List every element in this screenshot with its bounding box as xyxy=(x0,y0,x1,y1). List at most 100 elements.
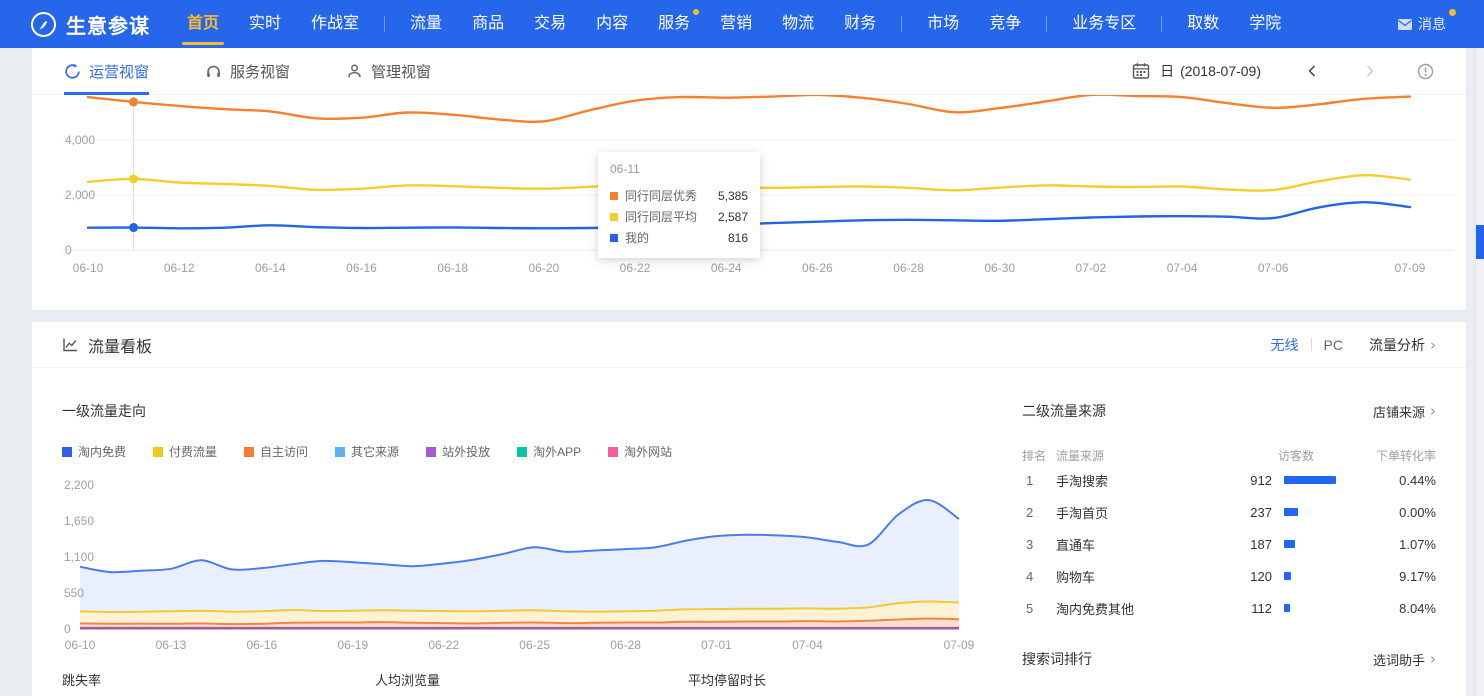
primary-traffic-section: 一级流量走向 淘内免费 付费流量 自主访问 其它来源 站外投放 淘外APP 淘外… xyxy=(32,368,1006,696)
series-color-swatch xyxy=(610,234,618,242)
top-nav: 生意参谋 首页实时作战室流量商品交易内容服务营销物流财务市场竞争业务专区取数学院… xyxy=(0,0,1484,48)
rank-cell: 4 xyxy=(1022,569,1056,584)
kpi-label: 人均浏览量 xyxy=(375,670,688,689)
series-value: 2,587 xyxy=(718,210,748,224)
legend-item[interactable]: 其它来源 xyxy=(335,443,399,460)
legend-item[interactable]: 淘外网站 xyxy=(608,443,672,460)
svg-text:06-25: 06-25 xyxy=(519,638,550,652)
svg-text:06-10: 06-10 xyxy=(65,638,96,652)
prev-date-chevron-icon[interactable] xyxy=(1305,64,1319,78)
next-date-chevron-icon[interactable] xyxy=(1363,64,1377,78)
legend-item[interactable]: 淘外APP xyxy=(517,443,581,460)
messages-button[interactable]: 消息 xyxy=(1397,14,1454,34)
scrollbar-thumb[interactable] xyxy=(1476,225,1484,259)
svg-text:06-28: 06-28 xyxy=(893,261,924,275)
calendar-icon[interactable] xyxy=(1132,62,1150,80)
kpi-pages-per-visit: 人均浏览量 5.01 xyxy=(375,670,688,696)
legend-item[interactable]: 付费流量 xyxy=(153,443,217,460)
info-icon[interactable] xyxy=(1417,63,1434,80)
col-conversion: 下单转化率 xyxy=(1354,447,1436,464)
series-label: 同行同层平均 xyxy=(625,208,708,225)
word-helper-link[interactable]: 选词助手 › xyxy=(1373,650,1436,669)
nav-item-finance[interactable]: 财务 xyxy=(829,0,891,48)
tab-label: 管理视窗 xyxy=(371,61,431,82)
conversion-cell: 9.17% xyxy=(1354,569,1436,584)
nav-item-products[interactable]: 商品 xyxy=(457,0,519,48)
nav-item-content[interactable]: 内容 xyxy=(581,0,643,48)
nav-divider xyxy=(1161,16,1162,32)
legend-label: 其它来源 xyxy=(351,443,399,460)
legend-swatch xyxy=(153,447,163,457)
visitors-bar xyxy=(1272,508,1354,516)
series-color-swatch xyxy=(610,213,618,221)
rank-cell: 3 xyxy=(1022,537,1056,552)
svg-text:06-24: 06-24 xyxy=(711,261,742,275)
tab-management-view[interactable]: 管理视窗 xyxy=(346,48,431,95)
tab-operation-view[interactable]: 运营视窗 xyxy=(64,48,149,95)
svg-text:1,650: 1,650 xyxy=(64,514,94,528)
nav-divider xyxy=(384,16,385,32)
tab-service-view[interactable]: 服务视窗 xyxy=(205,48,290,95)
svg-text:06-30: 06-30 xyxy=(984,261,1015,275)
notification-dot xyxy=(693,9,699,15)
nav-item-transactions[interactable]: 交易 xyxy=(519,0,581,48)
nav-item-war-room[interactable]: 作战室 xyxy=(296,0,374,48)
legend-label: 站外投放 xyxy=(442,443,490,460)
svg-text:0: 0 xyxy=(65,243,72,257)
source-table-row[interactable]: 3 直通车 187 1.07% xyxy=(1022,528,1436,560)
legend-swatch xyxy=(62,447,72,457)
toggle-pc[interactable]: PC xyxy=(1324,337,1343,353)
traffic-analysis-link[interactable]: 流量分析 › xyxy=(1369,335,1436,355)
legend-swatch xyxy=(335,447,345,457)
shop-source-link[interactable]: 店铺来源 › xyxy=(1373,402,1436,421)
nav-item-marketing[interactable]: 营销 xyxy=(705,0,767,48)
col-source: 流量来源 xyxy=(1056,447,1216,464)
traffic-area-chart[interactable]: 05501,1001,6502,20006-1006-1306-1606-190… xyxy=(62,472,1002,662)
nav-item-logistics[interactable]: 物流 xyxy=(767,0,829,48)
legend-item[interactable]: 自主访问 xyxy=(244,443,308,460)
traffic-board-body: 一级流量走向 淘内免费 付费流量 自主访问 其它来源 站外投放 淘外APP 淘外… xyxy=(32,368,1466,696)
source-table-row[interactable]: 5 淘内免费其他 112 8.04% xyxy=(1022,592,1436,624)
legend-item[interactable]: 淘内免费 xyxy=(62,443,126,460)
nav-item-home[interactable]: 首页 xyxy=(172,0,234,48)
board-controls: 无线 PC 流量分析 › xyxy=(1271,335,1436,355)
date-controls: 日 (2018-07-09) xyxy=(1132,61,1434,81)
chart-tooltip: 06-11 同行同层优秀 5,385 同行同层平均 2,587 我的 816 xyxy=(598,152,760,258)
line-chart-icon xyxy=(62,336,79,353)
legend-item[interactable]: 站外投放 xyxy=(426,443,490,460)
search-panel-header: 搜索词排行 选词助手 › xyxy=(1022,649,1436,669)
nav-item-competition[interactable]: 竞争 xyxy=(974,0,1036,48)
svg-text:06-20: 06-20 xyxy=(529,261,560,275)
nav-item-services[interactable]: 服务 xyxy=(643,0,705,48)
nav-item-market[interactable]: 市场 xyxy=(912,0,974,48)
traffic-analysis-label: 流量分析 xyxy=(1369,335,1425,355)
conversion-cell: 0.00% xyxy=(1354,505,1436,520)
visitors-bar xyxy=(1272,572,1354,580)
nav-item-academy[interactable]: 学院 xyxy=(1234,0,1296,48)
nav-item-data-extract[interactable]: 取数 xyxy=(1172,0,1234,48)
date-value[interactable]: (2018-07-09) xyxy=(1180,63,1261,79)
svg-text:07-09: 07-09 xyxy=(1395,261,1426,275)
nav-item-business-zone[interactable]: 业务专区 xyxy=(1057,0,1151,48)
logo-icon xyxy=(30,11,57,38)
message-badge-dot xyxy=(1449,9,1456,16)
kpi-label: 跳失率 xyxy=(62,670,375,689)
source-table-row[interactable]: 2 手淘首页 237 0.00% xyxy=(1022,496,1436,528)
series-value: 816 xyxy=(728,231,748,245)
view-tabbar: 运营视窗 服务视窗 管理视窗 日 (2018-07-09) xyxy=(32,48,1466,95)
series-value: 5,385 xyxy=(718,189,748,203)
legend-swatch xyxy=(608,447,618,457)
rank-cell: 1 xyxy=(1022,473,1056,488)
source-table-row[interactable]: 4 购物车 120 9.17% xyxy=(1022,560,1436,592)
toggle-wireless[interactable]: 无线 xyxy=(1271,335,1299,355)
svg-text:07-01: 07-01 xyxy=(701,638,732,652)
visitors-cell: 120 xyxy=(1216,569,1272,584)
date-granularity[interactable]: 日 xyxy=(1160,61,1174,81)
nav-item-traffic[interactable]: 流量 xyxy=(395,0,457,48)
col-rank: 排名 xyxy=(1022,447,1056,464)
svg-text:07-06: 07-06 xyxy=(1258,261,1289,275)
source-table-row[interactable]: 1 手淘搜索 912 0.44% xyxy=(1022,464,1436,496)
source-name-cell: 手淘搜索 xyxy=(1056,471,1216,490)
brand[interactable]: 生意参谋 xyxy=(30,10,150,39)
nav-item-realtime[interactable]: 实时 xyxy=(234,0,296,48)
